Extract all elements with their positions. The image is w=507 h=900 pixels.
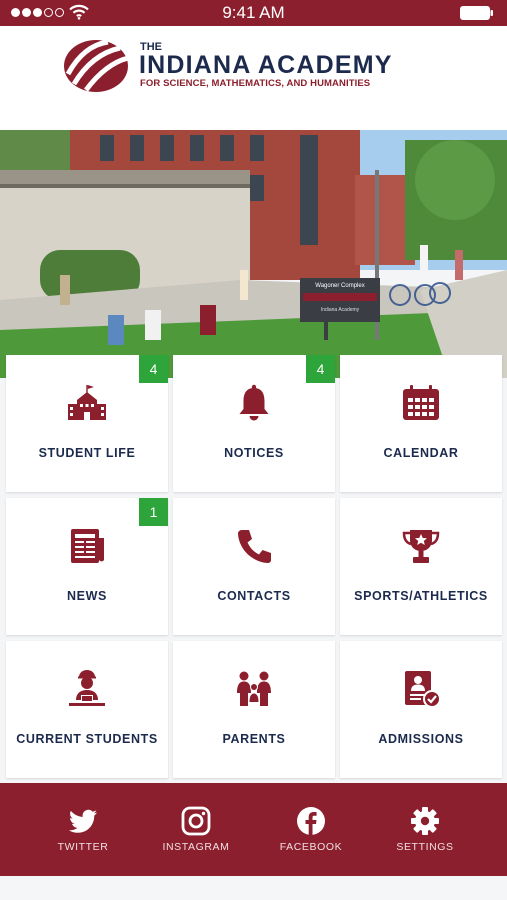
status-bar: 9:41 AM (0, 0, 507, 26)
logo-name: INDIANA ACADEMY (139, 51, 393, 79)
twitter-button[interactable]: TWITTER (20, 783, 146, 876)
app-header: THE INDIANA ACADEMY FOR SCIENCE, MATHEMA… (0, 26, 507, 130)
tile-label: ADMISSIONS (378, 732, 464, 746)
twitter-icon (68, 809, 97, 833)
student-icon (67, 669, 107, 709)
logo-subtitle: FOR SCIENCE, MATHEMATICS, AND HUMANITIES (140, 78, 371, 89)
tile-label: SPORTS/ATHLETICS (354, 589, 488, 603)
sign-line-2: Indiana Academy (321, 307, 360, 313)
tile-label: PARENTS (222, 732, 286, 746)
settings-label: SETTINGS (396, 841, 454, 853)
social-bar: TWITTER INSTAGRAM FACEBOOK SETTINGS (0, 783, 507, 876)
notification-badge: 4 (139, 355, 168, 383)
notification-badge: 4 (306, 355, 335, 383)
calendar-icon (401, 383, 441, 423)
tile-sports-athletics[interactable]: SPORTS/ATHLETICS (340, 498, 502, 635)
facebook-icon (297, 807, 325, 835)
tile-label: STUDENT LIFE (38, 446, 136, 460)
tile-parents[interactable]: PARENTS (173, 641, 335, 778)
tile-label: NOTICES (224, 446, 284, 460)
sign-line-1: Wagoner Complex (315, 283, 364, 289)
facebook-label: FACEBOOK (279, 841, 343, 853)
newspaper-icon (67, 526, 107, 566)
facebook-button[interactable]: FACEBOOK (248, 783, 374, 876)
instagram-icon (181, 806, 211, 836)
family-icon (234, 669, 274, 709)
academy-logo-icon (64, 39, 129, 92)
menu-grid: STUDENT LIFE 4 NOTICES 4 CALENDAR NEWS 1… (0, 355, 507, 780)
campus-hero-image: Wagoner Complex Indiana Academy (0, 130, 507, 378)
gear-icon (411, 807, 439, 835)
tile-calendar[interactable]: CALENDAR (340, 355, 502, 492)
tile-student-life[interactable]: STUDENT LIFE 4 (6, 355, 168, 492)
tile-news[interactable]: NEWS 1 (6, 498, 168, 635)
settings-button[interactable]: SETTINGS (362, 783, 488, 876)
tile-label: NEWS (67, 589, 107, 603)
tile-contacts[interactable]: CONTACTS (173, 498, 335, 635)
instagram-label: INSTAGRAM (162, 841, 230, 853)
bell-icon (234, 383, 274, 423)
tile-label: CALENDAR (383, 446, 459, 460)
tile-current-students[interactable]: CURRENT STUDENTS (6, 641, 168, 778)
tile-admissions[interactable]: ADMISSIONS (340, 641, 502, 778)
phone-icon (234, 526, 274, 566)
tile-notices[interactable]: NOTICES 4 (173, 355, 335, 492)
instagram-button[interactable]: INSTAGRAM (133, 783, 259, 876)
status-time: 9:41 AM (222, 3, 285, 22)
notification-badge: 1 (139, 498, 168, 526)
battery-icon (460, 6, 493, 20)
tile-label: CURRENT STUDENTS (16, 732, 158, 746)
school-icon (67, 383, 107, 423)
bottom-strip (0, 876, 507, 900)
twitter-label: TWITTER (57, 841, 109, 853)
tile-label: CONTACTS (217, 589, 291, 603)
trophy-icon (401, 526, 441, 566)
admissions-icon (401, 669, 441, 709)
